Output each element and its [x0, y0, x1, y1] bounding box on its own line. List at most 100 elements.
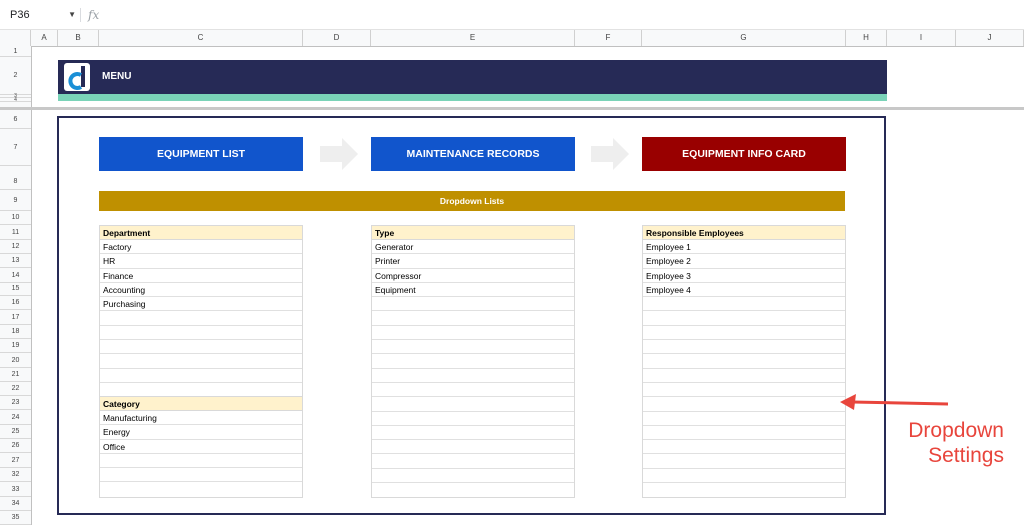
- list-item[interactable]: [372, 383, 574, 398]
- list-item[interactable]: [643, 483, 845, 497]
- list-item[interactable]: [372, 483, 574, 497]
- list-item[interactable]: [372, 454, 574, 469]
- list-item[interactable]: [643, 297, 845, 312]
- column-header[interactable]: B: [58, 30, 99, 46]
- list-item[interactable]: [372, 369, 574, 383]
- list-item[interactable]: [643, 397, 845, 412]
- row-header[interactable]: 21: [0, 368, 31, 382]
- maintenance-records-button[interactable]: MAINTENANCE RECORDS: [371, 137, 575, 171]
- list-item[interactable]: Manufacturing: [100, 411, 302, 426]
- row-header[interactable]: 10: [0, 211, 31, 225]
- column-header[interactable]: G: [642, 30, 846, 46]
- row-header[interactable]: 15: [0, 282, 31, 296]
- column-header[interactable]: J: [956, 30, 1024, 46]
- list-item[interactable]: [643, 369, 845, 383]
- list-item[interactable]: [372, 340, 574, 355]
- list-item[interactable]: [372, 311, 574, 326]
- row-header[interactable]: 26: [0, 439, 31, 453]
- list-item[interactable]: Employee 1: [643, 240, 845, 255]
- list-item[interactable]: Printer: [372, 254, 574, 269]
- row-header[interactable]: 4: [0, 97, 31, 103]
- equipment-info-card-button[interactable]: EQUIPMENT INFO CARD: [642, 137, 846, 171]
- column-header[interactable]: A: [31, 30, 58, 46]
- list-item[interactable]: Employee 4: [643, 283, 845, 298]
- list-item[interactable]: Employee 2: [643, 254, 845, 269]
- list-item[interactable]: [643, 454, 845, 469]
- row-header[interactable]: 32: [0, 468, 31, 482]
- list-item[interactable]: Equipment: [372, 283, 574, 298]
- list-item[interactable]: [372, 326, 574, 341]
- list-item[interactable]: Factory: [100, 240, 302, 255]
- list-item[interactable]: [643, 440, 845, 455]
- row-header[interactable]: 7: [0, 129, 31, 166]
- column-header[interactable]: I: [887, 30, 956, 46]
- name-box[interactable]: P36 ▼: [6, 6, 80, 24]
- list-item[interactable]: [100, 326, 302, 341]
- row-header[interactable]: 34: [0, 497, 31, 511]
- row-header[interactable]: 12: [0, 240, 31, 254]
- list-item[interactable]: Accounting: [100, 283, 302, 298]
- list-item[interactable]: Generator: [372, 240, 574, 255]
- row-header[interactable]: 16: [0, 296, 31, 310]
- list-item[interactable]: Employee 3: [643, 269, 845, 283]
- list-item[interactable]: Compressor: [372, 269, 574, 283]
- row-header[interactable]: 33: [0, 482, 31, 497]
- row-header[interactable]: 22: [0, 382, 31, 396]
- list-item[interactable]: [372, 426, 574, 441]
- equipment-list-button[interactable]: EQUIPMENT LIST: [99, 137, 303, 171]
- list-item[interactable]: [100, 454, 302, 469]
- freeze-divider[interactable]: [0, 107, 1024, 110]
- list-item[interactable]: HR: [100, 254, 302, 269]
- row-header[interactable]: 23: [0, 396, 31, 410]
- list-item[interactable]: [100, 354, 302, 369]
- list-item[interactable]: [643, 426, 845, 441]
- chevron-down-icon[interactable]: ▼: [68, 6, 76, 24]
- row-header[interactable]: 24: [0, 411, 31, 425]
- list-item[interactable]: [643, 311, 845, 326]
- row-header[interactable]: 19: [0, 339, 31, 353]
- column-header[interactable]: E: [371, 30, 575, 46]
- list-item[interactable]: [643, 340, 845, 355]
- list-item[interactable]: [100, 340, 302, 355]
- list-item[interactable]: [100, 468, 302, 483]
- list-item[interactable]: [372, 440, 574, 455]
- list-item[interactable]: [643, 412, 845, 426]
- row-header[interactable]: 25: [0, 425, 31, 439]
- list-item[interactable]: Office: [100, 440, 302, 454]
- row-header[interactable]: 11: [0, 225, 31, 240]
- list-item[interactable]: [372, 469, 574, 484]
- list-item[interactable]: [100, 311, 302, 326]
- list-item[interactable]: [372, 397, 574, 412]
- list-item[interactable]: [100, 482, 302, 496]
- row-header[interactable]: 14: [0, 268, 31, 283]
- row-header[interactable]: 6: [0, 110, 31, 129]
- divider: [80, 8, 81, 22]
- row-header[interactable]: 27: [0, 454, 31, 468]
- row-header[interactable]: 20: [0, 353, 31, 368]
- list-item[interactable]: [643, 469, 845, 484]
- list-item[interactable]: Energy: [100, 425, 302, 440]
- column-header[interactable]: F: [575, 30, 642, 46]
- column-header[interactable]: C: [99, 30, 303, 46]
- row-header[interactable]: 9: [0, 190, 31, 211]
- list-item[interactable]: [372, 354, 574, 369]
- column-header[interactable]: H: [846, 30, 887, 46]
- column-header[interactable]: D: [303, 30, 371, 46]
- list-item[interactable]: [372, 412, 574, 426]
- list-item[interactable]: [643, 354, 845, 369]
- row-header[interactable]: 35: [0, 511, 31, 525]
- row-header[interactable]: 18: [0, 325, 31, 339]
- list-item[interactable]: Finance: [100, 269, 302, 283]
- menu-header-band: [58, 60, 887, 94]
- list-item[interactable]: Purchasing: [100, 297, 302, 312]
- cell-reference: P36: [10, 9, 30, 21]
- row-header[interactable]: 17: [0, 311, 31, 325]
- row-header[interactable]: 2: [0, 57, 31, 95]
- list-item[interactable]: [372, 297, 574, 312]
- list-item[interactable]: [643, 383, 845, 398]
- list-item[interactable]: [100, 369, 302, 383]
- row-header[interactable]: 1: [0, 46, 31, 57]
- list-item[interactable]: [643, 326, 845, 341]
- row-header[interactable]: 13: [0, 254, 31, 268]
- row-header[interactable]: 8: [0, 173, 31, 190]
